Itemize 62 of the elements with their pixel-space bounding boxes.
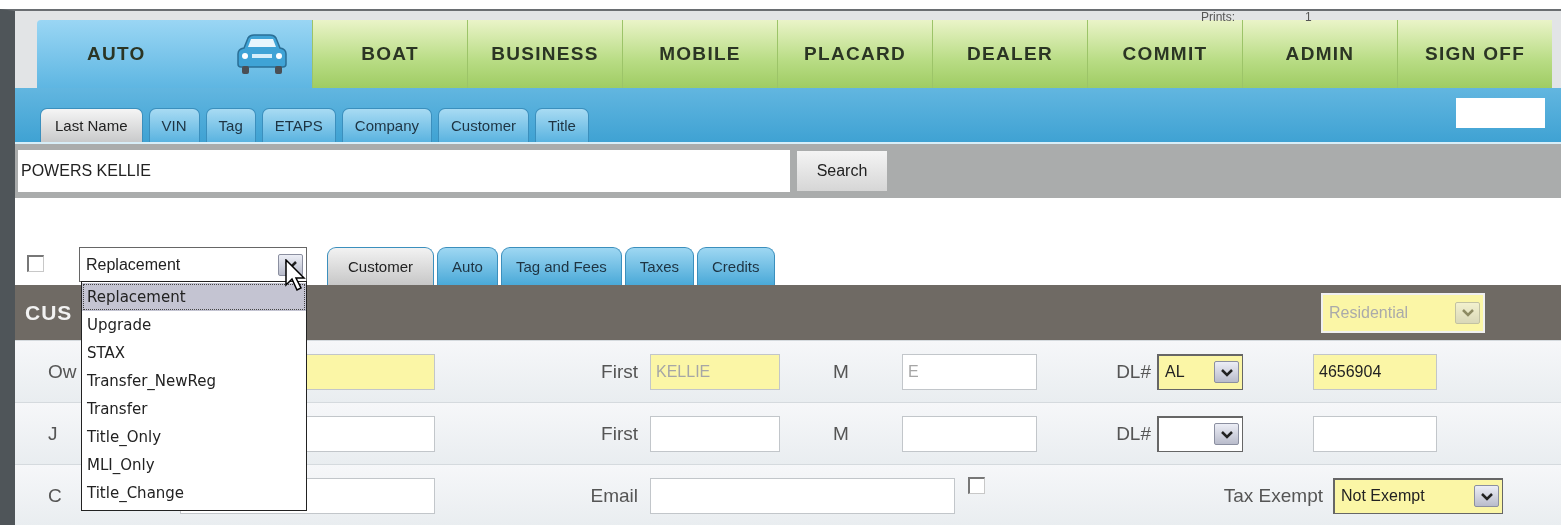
dropdown[interactable]: Not Exempt [1333,477,1503,514]
search-tab[interactable]: Title [535,108,589,142]
field-label: C [48,484,62,507]
nav-tab[interactable]: MOBILE [622,20,777,88]
nav-tab[interactable]: PLACARD [777,20,932,88]
chevron-down-icon [1460,307,1475,318]
field-label: Ow [48,360,77,383]
prints-label: Prints: [1201,11,1235,23]
prints-count: 1 [1305,11,1312,23]
field-label: DL# [1116,422,1151,445]
dropdown-option[interactable]: Upgrade [82,311,306,339]
car-icon [234,33,290,75]
field-label: M [833,360,849,383]
dropdown-option[interactable]: STAX [82,339,306,367]
search-tab[interactable]: VIN [148,108,200,142]
input-field[interactable] [1313,415,1437,452]
search-tab[interactable]: ETAPS [261,108,336,142]
field-label: DL# [1116,360,1151,383]
nav-tab[interactable]: SIGN OFF [1397,20,1552,88]
input-field[interactable] [902,415,1037,452]
nav-tab[interactable]: COMMIT [1087,20,1242,88]
input-field[interactable]: 4656904 [1313,353,1437,390]
dropdown[interactable] [1157,415,1243,452]
search-tab[interactable]: Tag [205,108,256,142]
search-tab[interactable]: Customer [438,108,530,142]
chevron-down-icon [1479,490,1494,502]
form-tab[interactable]: Customer [327,247,435,285]
chevron-down-icon [1219,366,1234,378]
nav-tab[interactable]: DEALER [932,20,1087,88]
dropdown[interactable]: AL [1157,353,1243,390]
form-tab[interactable]: Credits [697,247,775,285]
nav-tab[interactable]: AUTO [37,20,312,88]
form-tab[interactable]: Auto [437,247,498,285]
field-label: First [601,422,638,445]
search-tab[interactable]: Last Name [40,108,143,142]
form-tab[interactable]: Tag and Fees [500,247,622,285]
field-label: Email [590,484,638,507]
field-label: First [601,360,638,383]
nav-tab[interactable]: ADMIN [1242,20,1397,88]
field-label: M [833,422,849,445]
field-label: Tax Exempt [1223,484,1323,507]
type-select[interactable]: Replacement [79,247,307,282]
input-field[interactable] [1456,98,1545,128]
dropdown-option[interactable]: Transfer [82,395,306,423]
search-field[interactable]: POWERS KELLIE [18,150,790,192]
dropdown-option[interactable]: MLI_Only [82,451,306,479]
nav-tab[interactable]: BUSINESS [467,20,622,88]
search-tab[interactable]: Company [341,108,433,142]
dropdown-option[interactable]: Replacement [82,283,306,311]
field-label: J [48,422,58,445]
dropdown-option[interactable]: Title_Change [82,479,306,507]
nav-tab[interactable]: BOAT [312,20,467,88]
form-tab[interactable]: Taxes [624,247,694,285]
checkbox[interactable] [27,255,44,272]
checkbox[interactable] [968,477,985,494]
dropdown-option[interactable]: Title_Only [82,423,306,451]
dropdown-option[interactable]: Transfer_NewReg [82,367,306,395]
input-field[interactable] [650,415,780,452]
input-field[interactable] [650,477,955,514]
search-button[interactable]: Search [797,151,887,191]
chevron-down-icon [1219,428,1234,440]
section-title: CUS [25,300,73,325]
